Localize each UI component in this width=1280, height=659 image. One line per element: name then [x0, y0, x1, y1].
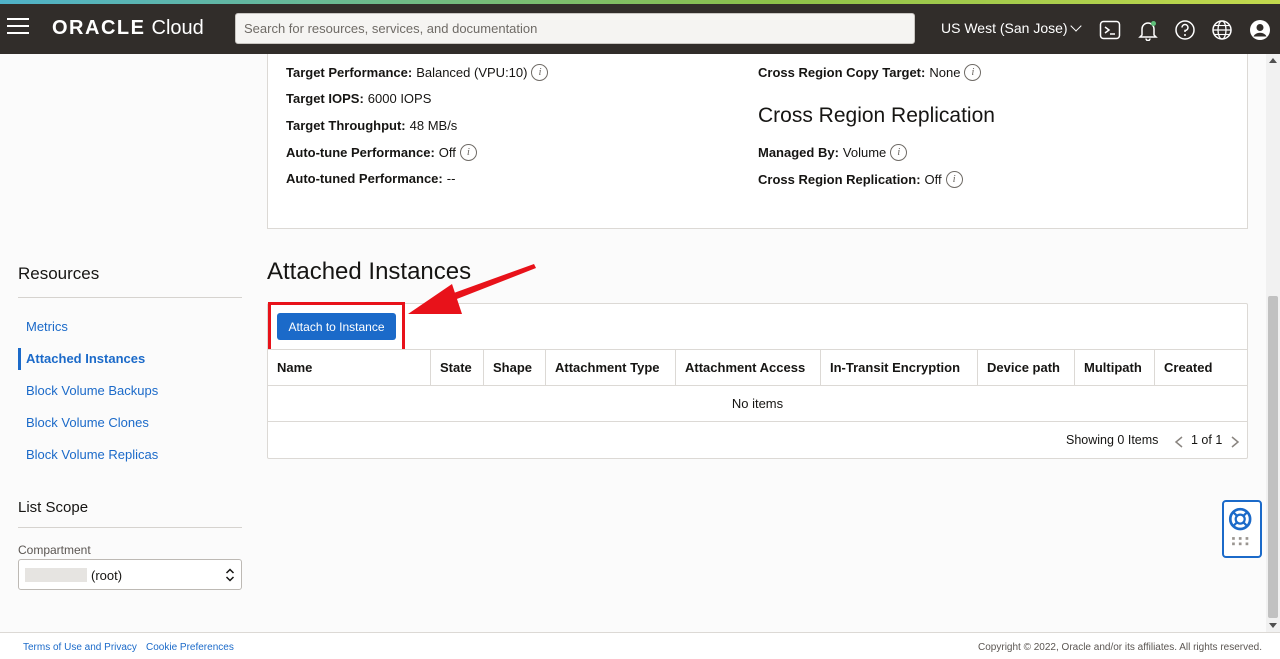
detail-cross-region-replication: Cross Region Replication: Off i — [758, 171, 963, 188]
logo-brand: ORACLE — [52, 17, 146, 39]
sidebar-item-block-volume-replicas[interactable]: Block Volume Replicas — [18, 444, 242, 466]
detail-label: Target Performance: — [286, 65, 413, 80]
detail-label: Target IOPS: — [286, 91, 364, 106]
sidebar-item-block-volume-backups[interactable]: Block Volume Backups — [18, 380, 242, 402]
column-header-created[interactable]: Created — [1155, 350, 1247, 386]
compartment-value: (root) — [91, 568, 123, 583]
cloud-shell-icon[interactable] — [1099, 19, 1121, 41]
detail-auto-tune-performance: Auto-tune Performance: Off i — [286, 144, 477, 161]
detail-value: Off — [438, 145, 456, 160]
sidebar-item-metrics[interactable]: Metrics — [18, 316, 242, 338]
detail-label: Auto-tune Performance: — [286, 145, 435, 160]
column-header-attachment-type[interactable]: Attachment Type — [546, 350, 676, 386]
column-header-multipath[interactable]: Multipath — [1075, 350, 1155, 386]
compartment-select[interactable]: (root) — [18, 559, 242, 590]
divider — [18, 527, 242, 528]
info-icon[interactable]: i — [964, 64, 982, 81]
detail-value: 48 MB/s — [409, 118, 458, 133]
volume-details-panel: Target Performance: Balanced (VPU:10) i Ta… — [267, 54, 1248, 229]
page-indicator: 1 of 1 — [1191, 433, 1223, 447]
column-header-in-transit-encryption[interactable]: In-Transit Encryption — [821, 350, 978, 386]
info-icon[interactable]: i — [890, 144, 908, 161]
detail-auto-tuned-performance: Auto-tuned Performance: -- — [286, 171, 455, 186]
column-header-shape[interactable]: Shape — [484, 350, 546, 386]
scroll-up-icon[interactable] — [1269, 58, 1277, 63]
info-icon[interactable]: i — [459, 144, 477, 161]
cookie-preferences-link[interactable]: Cookie Preferences — [146, 642, 234, 653]
scrollbar-thumb[interactable] — [1268, 296, 1278, 618]
column-header-device-path[interactable]: Device path — [978, 350, 1075, 386]
detail-cross-region-copy-target: Cross Region Copy Target: None i — [758, 64, 982, 81]
footer: Terms of Use and Privacy Cookie Preferen… — [0, 632, 1280, 659]
chevron-right-icon[interactable] — [1230, 436, 1240, 448]
menu-icon[interactable] — [7, 18, 29, 36]
detail-label: Managed By: — [758, 145, 839, 160]
detail-value: Balanced (VPU:10) — [416, 65, 528, 80]
profile-icon[interactable] — [1249, 19, 1271, 41]
detail-label: Cross Region Copy Target: — [758, 65, 926, 80]
empty-table-message: No items — [268, 386, 1247, 422]
compartment-label: Compartment — [18, 543, 91, 557]
top-navigation-bar: ORACLE Cloud US West (San Jose) — [0, 4, 1280, 54]
region-label: US West (San Jose) — [941, 20, 1068, 36]
copyright-text: Copyright © 2022, Oracle and/or its affi… — [978, 642, 1262, 653]
list-scope-heading: List Scope — [18, 499, 89, 516]
detail-label: Auto-tuned Performance: — [286, 171, 443, 186]
chevron-down-icon — [1069, 20, 1082, 32]
column-header-state[interactable]: State — [431, 350, 484, 386]
detail-label: Cross Region Replication: — [758, 172, 921, 187]
language-icon[interactable] — [1211, 19, 1233, 41]
detail-value: None — [929, 65, 961, 80]
cross-region-replication-heading: Cross Region Replication — [758, 104, 995, 127]
lifebuoy-icon — [1228, 507, 1252, 546]
sidebar-item-attached-instances[interactable]: Attached Instances — [18, 348, 242, 370]
column-header-name[interactable]: Name — [268, 350, 431, 386]
region-selector[interactable]: US West (San Jose) — [941, 20, 1082, 36]
scroll-down-icon[interactable] — [1269, 623, 1277, 628]
resources-heading: Resources — [18, 264, 100, 283]
search-input[interactable] — [235, 13, 915, 44]
info-icon[interactable]: i — [945, 171, 963, 188]
chevron-left-icon[interactable] — [1174, 436, 1184, 448]
detail-value: Off — [924, 172, 942, 187]
detail-label: Target Throughput: — [286, 118, 406, 133]
select-arrows-icon — [225, 568, 235, 582]
detail-value: -- — [446, 171, 456, 186]
redacted-compartment-name — [25, 568, 87, 582]
sidebar-item-block-volume-clones[interactable]: Block Volume Clones — [18, 412, 242, 434]
help-icon[interactable] — [1174, 19, 1196, 41]
info-icon[interactable]: i — [531, 64, 549, 81]
table-header: Name State Shape Attachment Type Attachm… — [268, 349, 1247, 386]
detail-managed-by: Managed By: Volume i — [758, 144, 908, 161]
item-count: Showing 0 Items — [1066, 433, 1159, 447]
oracle-cloud-logo[interactable]: ORACLE Cloud — [52, 17, 204, 40]
detail-value: Volume — [842, 145, 887, 160]
notifications-icon[interactable] — [1137, 19, 1159, 42]
terms-link[interactable]: Terms of Use and Privacy — [23, 642, 137, 653]
detail-target-iops: Target IOPS: 6000 IOPS — [286, 91, 431, 106]
column-header-attachment-access[interactable]: Attachment Access — [676, 350, 821, 386]
detail-target-performance: Target Performance: Balanced (VPU:10) i — [286, 64, 549, 81]
logo-product: Cloud — [151, 17, 204, 39]
attached-instances-heading: Attached Instances — [267, 258, 472, 285]
attach-to-instance-button[interactable]: Attach to Instance — [277, 313, 396, 340]
detail-target-throughput: Target Throughput: 48 MB/s — [286, 118, 457, 133]
help-widget[interactable] — [1222, 500, 1262, 558]
detail-value: 6000 IOPS — [367, 91, 432, 106]
divider — [18, 297, 242, 298]
